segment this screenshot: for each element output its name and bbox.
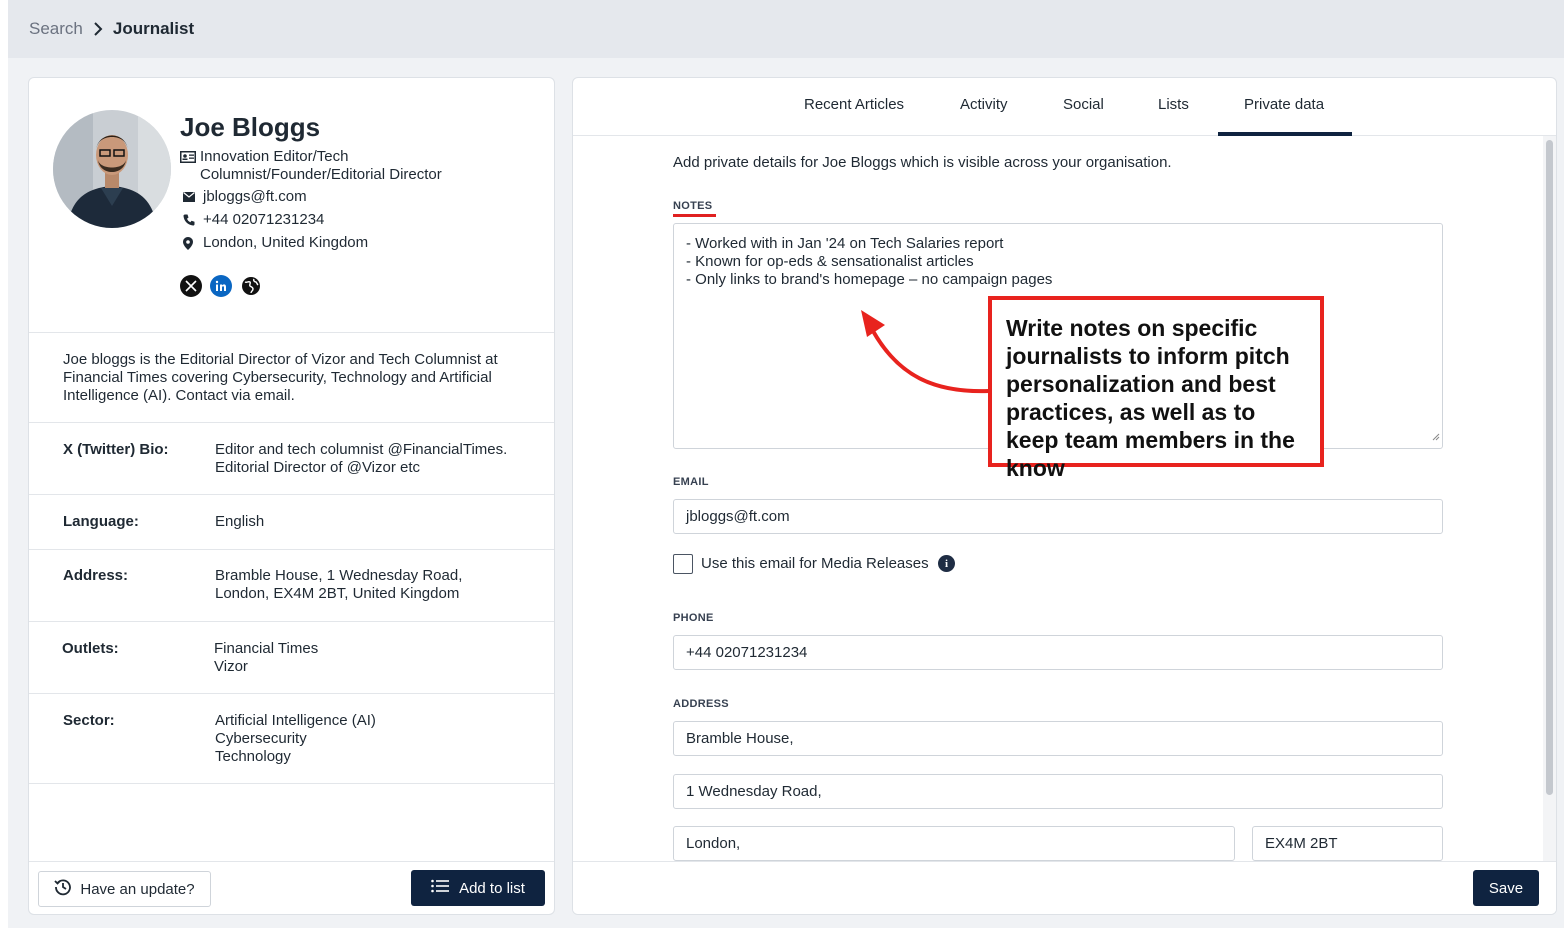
- phone-label: PHONE: [673, 612, 714, 624]
- save-label: Save: [1488, 879, 1524, 897]
- detail-value: English: [215, 513, 265, 530]
- profile-card: Joe Bloggs Innovation Editor/Tech Column…: [28, 77, 555, 915]
- tab-recent-articles[interactable]: Recent Articles: [804, 96, 904, 113]
- address-postcode-value: EX4M 2BT: [1265, 835, 1338, 852]
- add-to-list-button[interactable]: Add to list: [411, 870, 545, 906]
- have-an-update-label: Have an update?: [80, 880, 195, 898]
- detail-label: Address:: [63, 567, 129, 584]
- history-icon: [54, 878, 72, 900]
- save-button[interactable]: Save: [1473, 870, 1539, 906]
- tab-bar: Recent Articles Activity Social Lists Pr…: [573, 78, 1556, 136]
- notes-line: - Known for op-eds & sensationalist arti…: [686, 253, 974, 270]
- tab-social[interactable]: Social: [1063, 96, 1104, 113]
- phone-text: +44 02071231234: [203, 211, 325, 228]
- role-row: Innovation Editor/Tech Columnist/Founder…: [180, 148, 442, 184]
- list-icon: [431, 879, 450, 897]
- detail-label: X (Twitter) Bio:: [63, 441, 169, 458]
- phone-field-value: +44 02071231234: [686, 644, 808, 661]
- media-release-checkbox[interactable]: [673, 554, 693, 574]
- map-pin-icon: [183, 234, 203, 252]
- divider: [29, 422, 554, 423]
- role-text-line1: Innovation Editor/Tech: [200, 148, 349, 165]
- notes-line: - Worked with in Jan '24 on Tech Salarie…: [686, 235, 1004, 252]
- location-text: London, United Kingdom: [203, 234, 369, 251]
- address-line1-value: Bramble House,: [686, 730, 794, 747]
- email-field-value: jbloggs@ft.com: [686, 508, 790, 525]
- page-edge: [0, 0, 8, 928]
- social-links: [180, 275, 262, 297]
- breadcrumb-current: Journalist: [112, 19, 195, 38]
- detail-label: Sector:: [63, 712, 115, 729]
- divider: [29, 332, 554, 333]
- add-to-list-label: Add to list: [459, 879, 525, 897]
- scrollbar-thumb[interactable]: [1546, 140, 1553, 795]
- mail-icon: [183, 188, 203, 206]
- divider: [29, 494, 554, 495]
- detail-value: Financial Times Vizor: [214, 640, 319, 675]
- tab-lists[interactable]: Lists: [1158, 96, 1189, 113]
- address-postcode-field[interactable]: EX4M 2BT: [1252, 826, 1443, 861]
- detail-label: Language:: [63, 513, 139, 530]
- footer-divider: [29, 861, 554, 862]
- id-card-icon: [180, 148, 200, 166]
- email-row: jbloggs@ft.com: [183, 188, 307, 206]
- info-icon[interactable]: i: [938, 555, 955, 572]
- address-city-value: London,: [686, 835, 741, 852]
- divider: [29, 549, 554, 550]
- annotation-arrow-icon: [861, 310, 990, 394]
- address-city-field[interactable]: London,: [673, 826, 1235, 861]
- globe-icon[interactable]: [240, 275, 262, 297]
- footer-divider: [573, 861, 1556, 862]
- breadcrumb: Search Journalist: [8, 0, 1564, 58]
- email-label: EMAIL: [673, 476, 709, 488]
- divider: [29, 621, 554, 622]
- journalist-bio: Joe bloggs is the Editorial Director of …: [63, 351, 498, 404]
- tab-private-data[interactable]: Private data: [1244, 96, 1324, 113]
- breadcrumb-search-link[interactable]: Search: [29, 19, 83, 39]
- have-an-update-button[interactable]: Have an update?: [38, 871, 211, 907]
- private-data-intro: Add private details for Joe Bloggs which…: [673, 154, 1172, 171]
- chevron-right-icon: [93, 22, 103, 36]
- address-line2-field[interactable]: 1 Wednesday Road,: [673, 774, 1443, 809]
- detail-value: Editor and tech columnist @FinancialTime…: [215, 441, 508, 476]
- journalist-name: Joe Bloggs: [180, 112, 321, 142]
- detail-value: Artificial Intelligence (AI) Cybersecuri…: [215, 712, 376, 765]
- notes-line: - Only links to brand's homepage – no ca…: [686, 271, 1053, 288]
- location-row: London, United Kingdom: [183, 234, 368, 252]
- address-line2-value: 1 Wednesday Road,: [686, 783, 822, 800]
- detail-value: Bramble House, 1 Wednesday Road, London,…: [215, 567, 463, 602]
- phone-icon: [183, 211, 203, 229]
- address-line1-field[interactable]: Bramble House,: [673, 721, 1443, 756]
- address-label: ADDRESS: [673, 698, 729, 710]
- phone-row: +44 02071231234: [183, 211, 324, 229]
- detail-label: Outlets:: [62, 640, 119, 657]
- notes-label: NOTES: [673, 200, 713, 212]
- tab-activity[interactable]: Activity: [960, 96, 1008, 113]
- divider: [29, 783, 554, 784]
- media-release-label: Use this email for Media Releases: [701, 555, 929, 572]
- annotation-callout: Write notes on specific journalists to i…: [988, 296, 1324, 481]
- linkedin-icon[interactable]: [210, 275, 232, 297]
- email-field[interactable]: jbloggs@ft.com: [673, 499, 1443, 534]
- footer-bar: [573, 862, 1556, 914]
- x-icon[interactable]: [180, 275, 202, 297]
- role-text-line2: Columnist/Founder/Editorial Director: [200, 166, 442, 183]
- active-tab-indicator: [1218, 132, 1352, 136]
- divider: [29, 693, 554, 694]
- notes-highlight: [673, 214, 716, 217]
- private-data-card: Recent Articles Activity Social Lists Pr…: [572, 77, 1557, 915]
- resize-grip-icon[interactable]: [1432, 428, 1440, 446]
- avatar: [53, 110, 171, 228]
- email-link[interactable]: jbloggs@ft.com: [203, 188, 307, 206]
- phone-field[interactable]: +44 02071231234: [673, 635, 1443, 670]
